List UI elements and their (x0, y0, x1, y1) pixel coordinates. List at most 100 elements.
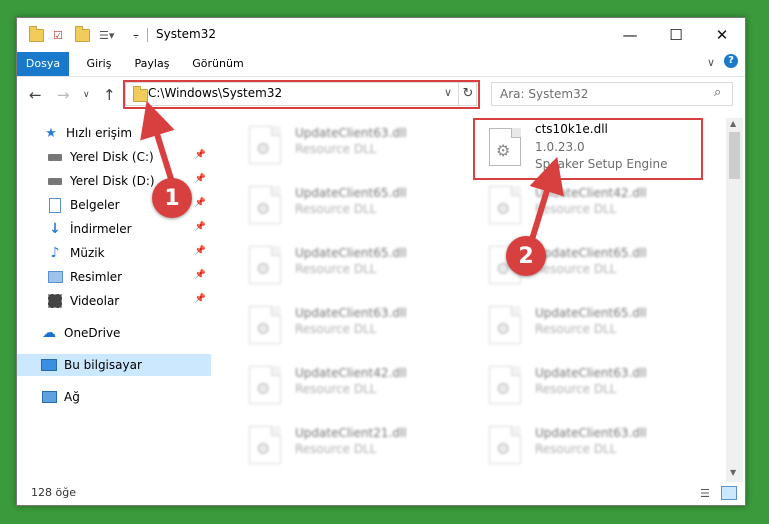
sidebar-item-label: Videolar (70, 294, 120, 308)
sidebar-item-label: İndirmeler (70, 222, 132, 236)
documents-icon (47, 197, 63, 213)
large-icons-view-icon[interactable] (721, 486, 737, 500)
dll-file-icon: ⚙ (249, 126, 281, 164)
details-view-icon[interactable]: ☰ (700, 487, 710, 500)
file-name: UpdateClient63.dll (295, 306, 407, 320)
file-name: UpdateClient42.dll (535, 186, 647, 200)
tab-giris[interactable]: Giriş (79, 52, 119, 76)
sidebar-item-downloads[interactable]: ↓ İndirmeler 📌 (17, 218, 211, 240)
file-type: Resource DLL (295, 442, 377, 456)
file-item[interactable]: ⚙ UpdateClient63.dll Resource DLL (239, 302, 469, 350)
file-item[interactable]: ⚙ UpdateClient63.dll Resource DLL (239, 122, 469, 170)
file-type: Resource DLL (535, 322, 617, 336)
tab-paylas[interactable]: Paylaş (129, 52, 175, 76)
dll-file-icon: ⚙ (489, 366, 521, 404)
chevron-down-icon[interactable]: ⨪ (133, 27, 139, 43)
new-folder-icon[interactable] (75, 25, 90, 43)
videos-icon (47, 294, 63, 308)
sidebar-item-videos[interactable]: Videolar 📌 (17, 290, 211, 312)
file-name: UpdateClient65.dll (535, 306, 647, 320)
properties-icon[interactable]: ☑ (53, 27, 63, 43)
address-highlight-box (123, 80, 480, 109)
file-item[interactable]: ⚙ UpdateClient65.dll Resource DLL (239, 182, 469, 230)
pin-icon[interactable]: 📌 (195, 270, 206, 280)
file-item[interactable]: ⚙ UpdateClient65.dll Resource DLL (479, 302, 709, 350)
file-type: Resource DLL (535, 382, 617, 396)
file-item[interactable]: ⚙ UpdateClient63.dll Resource DLL (479, 362, 709, 410)
sidebar-item-music[interactable]: ♪ Müzik 📌 (17, 242, 211, 264)
file-highlight-box (473, 118, 703, 180)
file-name: UpdateClient42.dll (295, 366, 407, 380)
search-placeholder: Ara: System32 (500, 87, 589, 101)
vertical-scrollbar[interactable]: ▲ ▼ (726, 118, 743, 482)
sidebar-item-label: Bu bilgisayar (64, 358, 142, 372)
tab-dosya[interactable]: Dosya (17, 52, 69, 76)
pin-icon[interactable]: 📌 (195, 222, 206, 232)
file-item[interactable]: ⚙ UpdateClient65.dll Resource DLL (239, 242, 469, 290)
file-name: UpdateClient65.dll (295, 186, 407, 200)
pin-icon[interactable]: 📌 (195, 294, 206, 304)
folder-icon (29, 25, 44, 43)
step-marker-1: 1 (152, 178, 192, 218)
file-item[interactable]: ⚙ UpdateClient21.dll Resource DLL (239, 422, 469, 470)
file-item[interactable]: ⚙ UpdateClient42.dll Resource DLL (239, 362, 469, 410)
file-name: UpdateClient63.dll (535, 366, 647, 380)
file-item[interactable]: ⚙ UpdateClient42.dll Resource DLL (479, 182, 709, 230)
dll-file-icon: ⚙ (249, 186, 281, 224)
dll-file-icon: ⚙ (249, 366, 281, 404)
pin-icon[interactable]: 📌 (195, 174, 206, 184)
sidebar-item-disk-c[interactable]: Yerel Disk (C:) 📌 (17, 146, 211, 168)
file-type: Resource DLL (295, 262, 377, 276)
scrollbar-thumb[interactable] (729, 132, 740, 179)
window-title: System32 (156, 27, 217, 41)
music-icon: ♪ (50, 245, 60, 261)
file-name: UpdateClient65.dll (295, 246, 407, 260)
sidebar-item-network[interactable]: Ağ (17, 386, 235, 408)
sidebar-item-label: Yerel Disk (D:) (70, 174, 155, 188)
file-name: UpdateClient65.dll (535, 246, 647, 260)
up-icon[interactable]: ↑ (103, 86, 116, 104)
close-button[interactable]: ✕ (699, 18, 745, 52)
file-name: UpdateClient63.dll (295, 126, 407, 140)
title-divider (147, 28, 148, 42)
search-icon[interactable]: ⌕ (714, 85, 721, 100)
sidebar-item-label: Belgeler (70, 198, 120, 212)
dll-file-icon: ⚙ (489, 186, 521, 224)
cloud-icon: ☁ (42, 325, 56, 341)
dll-file-icon: ⚙ (249, 426, 281, 464)
sidebar-item-pictures[interactable]: Resimler 📌 (17, 266, 211, 288)
back-icon[interactable]: ← (29, 86, 42, 104)
computer-icon (41, 358, 57, 372)
tab-gorunum[interactable]: Görünüm (185, 52, 251, 76)
dll-file-icon: ⚙ (249, 246, 281, 284)
network-icon (41, 390, 57, 404)
customize-toolbar-icon[interactable]: ☰▾ (99, 27, 114, 43)
drive-icon (47, 150, 63, 164)
pin-icon[interactable]: 📌 (195, 150, 206, 160)
sidebar-item-label: OneDrive (64, 326, 121, 340)
dll-file-icon: ⚙ (249, 306, 281, 344)
sidebar-item-this-pc[interactable]: Bu bilgisayar (17, 354, 211, 376)
pin-icon[interactable]: 📌 (195, 198, 206, 208)
file-type: Resource DLL (295, 322, 377, 336)
pin-icon[interactable]: 📌 (195, 246, 206, 256)
forward-icon[interactable]: → (57, 86, 70, 104)
file-item[interactable]: ⚙ UpdateClient63.dll Resource DLL (479, 422, 709, 470)
maximize-button[interactable]: ☐ (653, 18, 699, 52)
step-marker-2: 2 (506, 236, 546, 276)
minimize-button[interactable]: — (607, 18, 653, 52)
help-icon[interactable]: ? (724, 54, 738, 68)
scroll-down-icon[interactable]: ▼ (730, 468, 736, 477)
star-icon: ★ (45, 125, 57, 141)
search-box[interactable]: Ara: System32 ⌕ (491, 82, 733, 106)
sidebar-item-label: Ağ (64, 390, 80, 404)
scroll-up-icon[interactable]: ▲ (730, 119, 736, 128)
pictures-icon (47, 270, 63, 284)
ribbon: Dosya Giriş Paylaş Görünüm ∨ ? (17, 52, 745, 77)
file-type: Resource DLL (535, 262, 617, 276)
sidebar-item-onedrive[interactable]: ☁ OneDrive (17, 322, 235, 344)
sidebar-item-quick-access[interactable]: ★ Hızlı erişim (17, 122, 237, 144)
sidebar-item-label: Yerel Disk (C:) (70, 150, 154, 164)
recent-locations-icon[interactable]: ∨ (83, 90, 90, 100)
ribbon-expand-icon[interactable]: ∨ (707, 56, 715, 69)
